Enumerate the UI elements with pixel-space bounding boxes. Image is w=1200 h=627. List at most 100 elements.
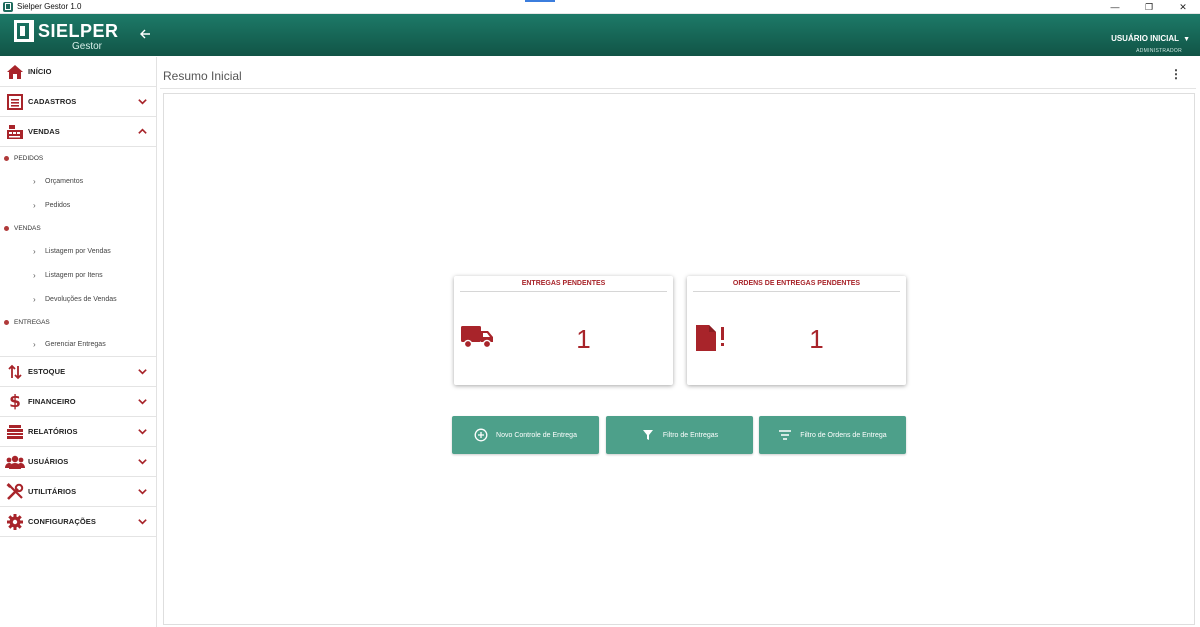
section-label: VENDAS bbox=[14, 224, 41, 232]
section-pedidos: PEDIDOS bbox=[0, 147, 156, 169]
chevron-down-icon[interactable] bbox=[136, 515, 148, 527]
user-role: ADMINISTRADOR bbox=[1136, 48, 1182, 54]
sidebar-subitem-pedidos[interactable]: › Pedidos bbox=[0, 193, 156, 217]
sidebar-item-label: VENDAS bbox=[28, 127, 60, 136]
brand-subtitle: Gestor bbox=[72, 41, 103, 52]
sidebar-item-label: UTILITÁRIOS bbox=[28, 487, 77, 496]
chevron-down-icon[interactable] bbox=[136, 95, 148, 107]
add-circle-icon bbox=[474, 428, 488, 442]
close-button[interactable]: ✕ bbox=[1166, 0, 1200, 14]
sidebar-subitem-listagem-vendas[interactable]: › Listagem por Vendas bbox=[0, 239, 156, 263]
chevron-right-icon: › bbox=[33, 270, 36, 280]
chevron-right-icon: › bbox=[33, 340, 36, 349]
subitem-label: Orçamentos bbox=[45, 177, 84, 185]
section-vendas: VENDAS bbox=[0, 217, 156, 239]
chevron-right-icon: › bbox=[33, 176, 36, 186]
sidebar-item-label: USUÁRIOS bbox=[28, 457, 69, 466]
bullet-icon bbox=[4, 225, 9, 231]
user-menu[interactable]: USUÁRIO INICIAL ▼ ADMINISTRADOR bbox=[1111, 28, 1190, 54]
card-value: 1 bbox=[576, 324, 591, 354]
card-title: ORDENS DE ENTREGAS PENDENTES bbox=[693, 279, 900, 292]
chevron-down-icon[interactable] bbox=[136, 425, 148, 437]
report-icon bbox=[4, 422, 26, 442]
sidebar-item-cadastros[interactable]: CADASTROS bbox=[0, 87, 156, 117]
tools-icon bbox=[4, 482, 26, 502]
filtro-ordens-entrega-button[interactable]: Filtro de Ordens de Entrega bbox=[759, 416, 906, 454]
window-controls: — ❐ ✕ bbox=[1098, 0, 1200, 14]
file-alert-icon bbox=[693, 324, 729, 352]
subitem-label: Devoluções de Vendas bbox=[45, 295, 117, 303]
app-header: SIELPER Gestor USUÁRIO INICIAL ▼ ADMINIST… bbox=[0, 14, 1200, 56]
button-label: Filtro de Entregas bbox=[662, 431, 719, 439]
bullet-icon bbox=[4, 155, 9, 161]
button-label: Novo Controle de Entrega bbox=[496, 431, 577, 439]
sidebar-subitem-listagem-itens[interactable]: › Listagem por Itens bbox=[0, 263, 156, 287]
app-icon bbox=[3, 1, 13, 12]
sidebar-subitem-devolucoes[interactable]: › Devoluções de Vendas bbox=[0, 287, 156, 311]
caret-down-icon: ▼ bbox=[1183, 36, 1190, 43]
card-entregas-pendentes[interactable]: ENTREGAS PENDENTES 1 bbox=[454, 276, 673, 385]
home-icon bbox=[4, 62, 26, 82]
section-label: ENTREGAS bbox=[14, 318, 50, 326]
chevron-right-icon: › bbox=[33, 246, 36, 256]
sort-arrows-icon bbox=[4, 362, 26, 382]
sidebar-item-label: FINANCEIRO bbox=[28, 397, 76, 406]
sidebar-item-label: RELATÓRIOS bbox=[28, 427, 78, 436]
novo-controle-entrega-button[interactable]: Novo Controle de Entrega bbox=[452, 416, 599, 454]
minimize-button[interactable]: — bbox=[1098, 0, 1132, 14]
card-value: 1 bbox=[809, 324, 824, 354]
chevron-down-icon[interactable] bbox=[136, 365, 148, 377]
sidebar-item-utilitarios[interactable]: UTILITÁRIOS bbox=[0, 477, 156, 507]
chevron-down-icon[interactable] bbox=[136, 455, 148, 467]
bullet-icon bbox=[4, 319, 9, 325]
chevron-up-icon[interactable] bbox=[136, 125, 148, 137]
chevron-down-icon[interactable] bbox=[136, 485, 148, 497]
subitem-label: Pedidos bbox=[45, 201, 71, 209]
subitem-label: Listagem por Itens bbox=[45, 271, 103, 279]
brand-name: SIELPER bbox=[38, 21, 119, 41]
cash-register-icon bbox=[4, 122, 26, 142]
window-titlebar: Sielper Gestor 1.0 — ❐ ✕ bbox=[0, 0, 1200, 14]
sidebar-item-relatorios[interactable]: RELATÓRIOS bbox=[0, 417, 156, 447]
dollar-icon: $ bbox=[9, 391, 21, 412]
more-vertical-icon[interactable]: ⋮ bbox=[1170, 68, 1182, 80]
sidebar-item-vendas[interactable]: VENDAS bbox=[0, 117, 156, 147]
sidebar-item-financeiro[interactable]: $ FINANCEIRO bbox=[0, 387, 156, 417]
subitem-label: Listagem por Vendas bbox=[45, 247, 111, 255]
sidebar-item-estoque[interactable]: ESTOQUE bbox=[0, 357, 156, 387]
chevron-down-icon[interactable] bbox=[136, 395, 148, 407]
sidebar-item-label: ESTOQUE bbox=[28, 367, 66, 376]
subitem-label: Gerenciar Entregas bbox=[45, 341, 106, 348]
truck-icon bbox=[460, 324, 496, 352]
chevron-right-icon: › bbox=[33, 200, 36, 210]
window-focus-indicator bbox=[525, 0, 555, 2]
back-arrow-icon[interactable] bbox=[136, 25, 154, 43]
register-icon bbox=[4, 92, 26, 112]
card-title: ENTREGAS PENDENTES bbox=[460, 279, 667, 292]
page-title: Resumo Inicial bbox=[163, 69, 242, 83]
section-label: PEDIDOS bbox=[14, 154, 44, 162]
sidebar-subitem-gerenciar-entregas[interactable]: › Gerenciar Entregas bbox=[0, 333, 156, 357]
sidebar-item-usuarios[interactable]: USUÁRIOS bbox=[0, 447, 156, 477]
filtro-entregas-button[interactable]: Filtro de Entregas bbox=[606, 416, 753, 454]
sidebar-item-label: CADASTROS bbox=[28, 97, 77, 106]
sidebar-item-label: CONFIGURAÇÕES bbox=[28, 517, 96, 526]
restore-button[interactable]: ❐ bbox=[1132, 0, 1166, 14]
sidebar-item-label: INÍCIO bbox=[28, 67, 52, 76]
sidebar: INÍCIO CADASTROS VENDAS PEDIDOS › Orçame… bbox=[0, 57, 157, 627]
logo-mark-icon bbox=[14, 20, 34, 42]
window-title: Sielper Gestor 1.0 bbox=[17, 2, 82, 11]
sidebar-subitem-orcamentos[interactable]: › Orçamentos bbox=[0, 169, 156, 193]
filter-list-icon bbox=[778, 428, 792, 442]
users-icon bbox=[4, 452, 26, 472]
card-ordens-pendentes[interactable]: ORDENS DE ENTREGAS PENDENTES 1 bbox=[687, 276, 906, 385]
brand-logo: SIELPER Gestor bbox=[14, 20, 118, 54]
sidebar-item-configuracoes[interactable]: CONFIGURAÇÕES bbox=[0, 507, 156, 537]
filter-icon bbox=[641, 428, 655, 442]
section-entregas: ENTREGAS bbox=[0, 311, 156, 333]
dashboard-panel bbox=[163, 93, 1195, 625]
sidebar-item-inicio[interactable]: INÍCIO bbox=[0, 57, 156, 87]
button-label: Filtro de Ordens de Entrega bbox=[800, 431, 887, 439]
gear-icon bbox=[4, 512, 26, 532]
chevron-right-icon: › bbox=[33, 294, 36, 304]
